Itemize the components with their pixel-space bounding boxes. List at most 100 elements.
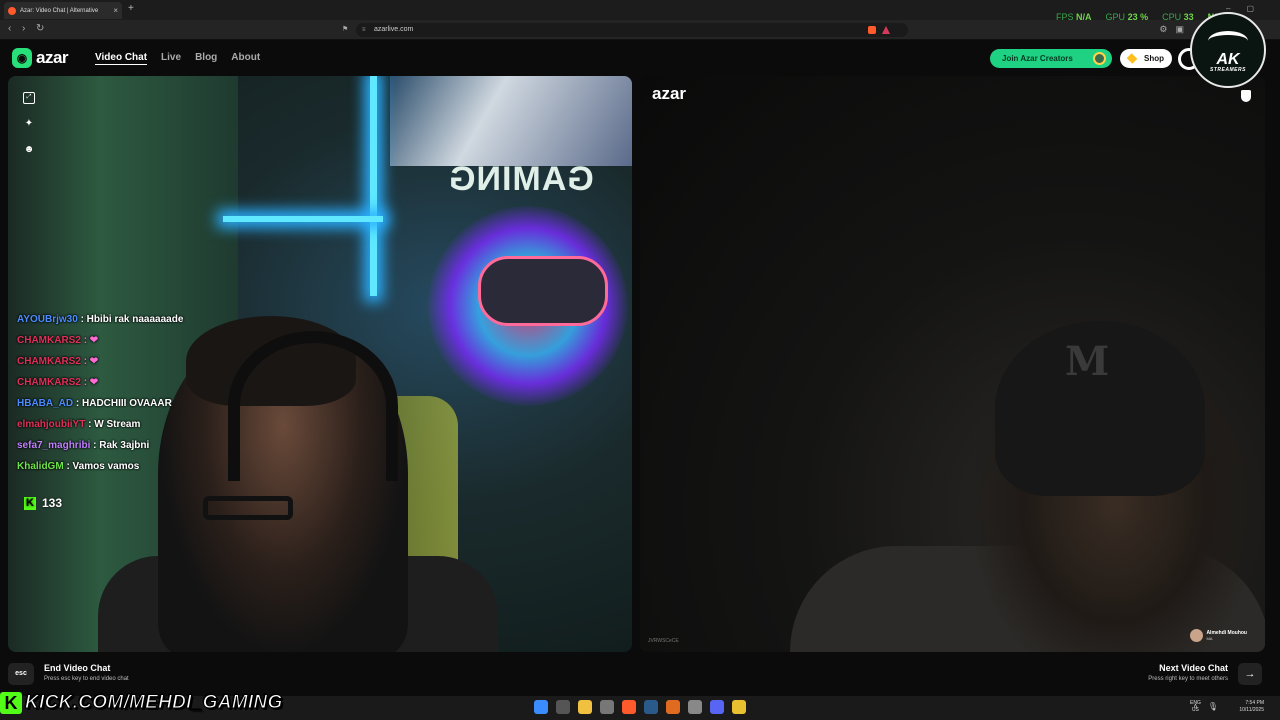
brave-icon[interactable] <box>622 700 636 714</box>
scene-glasses <box>203 496 293 520</box>
chat-text: : ❤ <box>83 377 99 388</box>
remote-name: Almehdi Mouhou <box>1206 629 1247 636</box>
steam-icon[interactable] <box>644 700 658 714</box>
scene-wall-art: GAMING <box>448 160 594 198</box>
ak-logo-text: AK <box>1216 51 1240 68</box>
end-chat-label[interactable]: End Video Chat <box>44 663 110 673</box>
chat-username: HBABA_AD <box>17 398 74 409</box>
next-chat-hint: Press right key to meet others <box>1148 676 1228 682</box>
discord-icon[interactable] <box>710 700 724 714</box>
chat-message: CHAMKARS2 : ❤ <box>17 376 183 389</box>
site-info-icon[interactable]: ≡ <box>362 23 366 37</box>
azar-watermark: azar <box>652 84 687 103</box>
chat-username: CHAMKARS2 <box>17 335 81 346</box>
reload-icon[interactable]: ↻ <box>36 23 44 34</box>
kick-logo-icon: K <box>0 692 22 714</box>
chat-username: CHAMKARS2 <box>17 356 81 367</box>
end-chat-button[interactable]: esc <box>8 663 34 685</box>
shop-button[interactable]: Shop <box>1120 49 1172 68</box>
language-code: ENG <box>1190 700 1201 706</box>
chat-message: CHAMKARS2 : ❤ <box>17 334 183 347</box>
app-icon[interactable] <box>666 700 680 714</box>
end-chat-hint: Press esc key to end video chat <box>44 676 129 682</box>
call-controls-bar: esc End Video Chat Press esc key to end … <box>0 652 1280 696</box>
nav-live[interactable]: Live <box>161 52 181 65</box>
forward-icon[interactable]: › <box>22 23 25 34</box>
chat-text: : Rak 3ajbni <box>93 440 150 451</box>
nav-blog[interactable]: Blog <box>195 52 217 65</box>
sticker-icon[interactable]: ☻ <box>23 144 35 156</box>
eagle-icon <box>1206 27 1250 53</box>
brave-rewards-icon[interactable] <box>882 26 890 34</box>
maximize-icon[interactable]: ▢ <box>1246 4 1254 13</box>
scene-headphones <box>228 331 398 481</box>
chrome-icon[interactable] <box>732 700 746 714</box>
close-tab-icon[interactable]: × <box>113 6 118 15</box>
nav-video-chat[interactable]: Video Chat <box>95 52 148 65</box>
local-video-controls: ⤢ ✦ ☻ <box>23 92 35 156</box>
browser-tab[interactable]: Azar: Video Chat | Alternative × <box>4 2 122 19</box>
tab-favicon-icon <box>8 6 16 15</box>
brave-shield-icon[interactable] <box>868 26 876 34</box>
browser-toolbar: ⚙ ▣ <box>1159 24 1184 35</box>
taskbar-apps <box>534 700 746 714</box>
next-chat-label[interactable]: Next Video Chat <box>1159 663 1228 673</box>
widgets-icon[interactable] <box>556 700 570 714</box>
app-icon[interactable] <box>688 700 702 714</box>
remote-country: MA <box>1206 635 1213 641</box>
chat-text: : HADCHIII OVAAAR <box>75 398 172 409</box>
clock-date: 10/11/2025 <box>1239 707 1264 713</box>
chat-message: KhalidGM : Vamos vamos <box>17 460 183 473</box>
file-explorer-icon[interactable] <box>578 700 592 714</box>
azar-logo[interactable]: ◉ azar <box>12 48 69 68</box>
chat-username: CHAMKARS2 <box>17 377 81 388</box>
scene-neon-horizontal <box>223 216 383 222</box>
bookmark-icon[interactable]: ⚑ <box>342 23 348 37</box>
region-code: US <box>1191 707 1199 713</box>
gem-icon <box>1126 53 1138 64</box>
url-text: azarlive.com <box>374 26 414 33</box>
nav-about[interactable]: About <box>231 52 260 65</box>
report-shield-icon[interactable] <box>1241 90 1251 102</box>
chat-message: CHAMKARS2 : ❤ <box>17 355 183 368</box>
expand-icon[interactable]: ⤢ <box>23 92 35 104</box>
tab-title: Azar: Video Chat | Alternative <box>20 7 99 14</box>
chat-message: HBABA_AD : HADCHIII OVAAAR <box>17 397 183 410</box>
remote-video: M azar JVRWSCeCE Almehdi Mouhou MA <box>640 76 1265 652</box>
scene-poster <box>390 76 632 166</box>
shop-label: Shop <box>1144 54 1164 63</box>
back-icon[interactable]: ‹ <box>8 23 11 34</box>
chat-message: AYOUBrjw30 : Hbibi rak naaaaaade <box>17 313 183 326</box>
chat-text: : W Stream <box>88 419 141 430</box>
chat-overlay: AYOUBrjw30 : Hbibi rak naaaaaade CHAMKAR… <box>17 313 183 473</box>
chat-message: sefa7_maghribi : Rak 3ajbni <box>17 439 183 452</box>
url-field[interactable]: ⚑ ≡ azarlive.com <box>342 23 908 37</box>
scene-controller-art <box>478 256 608 326</box>
microphone-icon[interactable]: 🎙 <box>1208 702 1218 711</box>
streamers-logo-text: STREAMERS <box>1210 67 1246 73</box>
remote-user-tag[interactable]: Almehdi Mouhou MA <box>1190 629 1247 642</box>
join-creators-button[interactable]: Join Azar Creators <box>990 49 1112 68</box>
start-icon[interactable] <box>534 700 548 714</box>
chat-text: : ❤ <box>83 335 99 346</box>
scene-neon-vertical <box>370 76 377 296</box>
chat-username: AYOUBrjw30 <box>17 314 78 325</box>
clock[interactable]: 7:54 PM 10/11/2025 <box>1239 700 1264 714</box>
extensions-icon[interactable]: ⚙ <box>1159 24 1167 35</box>
viewer-count-value: 133 <box>42 496 63 510</box>
effects-sparkle-icon[interactable]: ✦ <box>23 118 35 130</box>
input-language[interactable]: ENG US <box>1190 700 1201 714</box>
new-tab-icon[interactable]: + <box>128 3 134 14</box>
app-icon[interactable] <box>600 700 614 714</box>
next-chat-arrow-icon[interactable]: → <box>1238 663 1262 685</box>
local-video: GAMING ⤢ ✦ ☻ AYOUBrjw30 : Hbibi rak naaa… <box>8 76 632 652</box>
address-bar-row: ‹ › ↻ ⚑ ≡ azarlive.com ⚙ ▣ <box>0 20 1280 40</box>
kick-icon: K <box>24 496 36 510</box>
chat-text: : Vamos vamos <box>66 461 140 472</box>
remote-id: JVRWSCeCE <box>648 638 679 644</box>
clock-time: 7:54 PM <box>1245 700 1264 706</box>
main-nav: Video Chat Live Blog About <box>95 52 260 65</box>
sidebar-icon[interactable]: ▣ <box>1175 24 1184 35</box>
chat-username: elmahjoubiiYT <box>17 419 86 430</box>
ak-streamers-logo: AK STREAMERS <box>1190 12 1266 88</box>
